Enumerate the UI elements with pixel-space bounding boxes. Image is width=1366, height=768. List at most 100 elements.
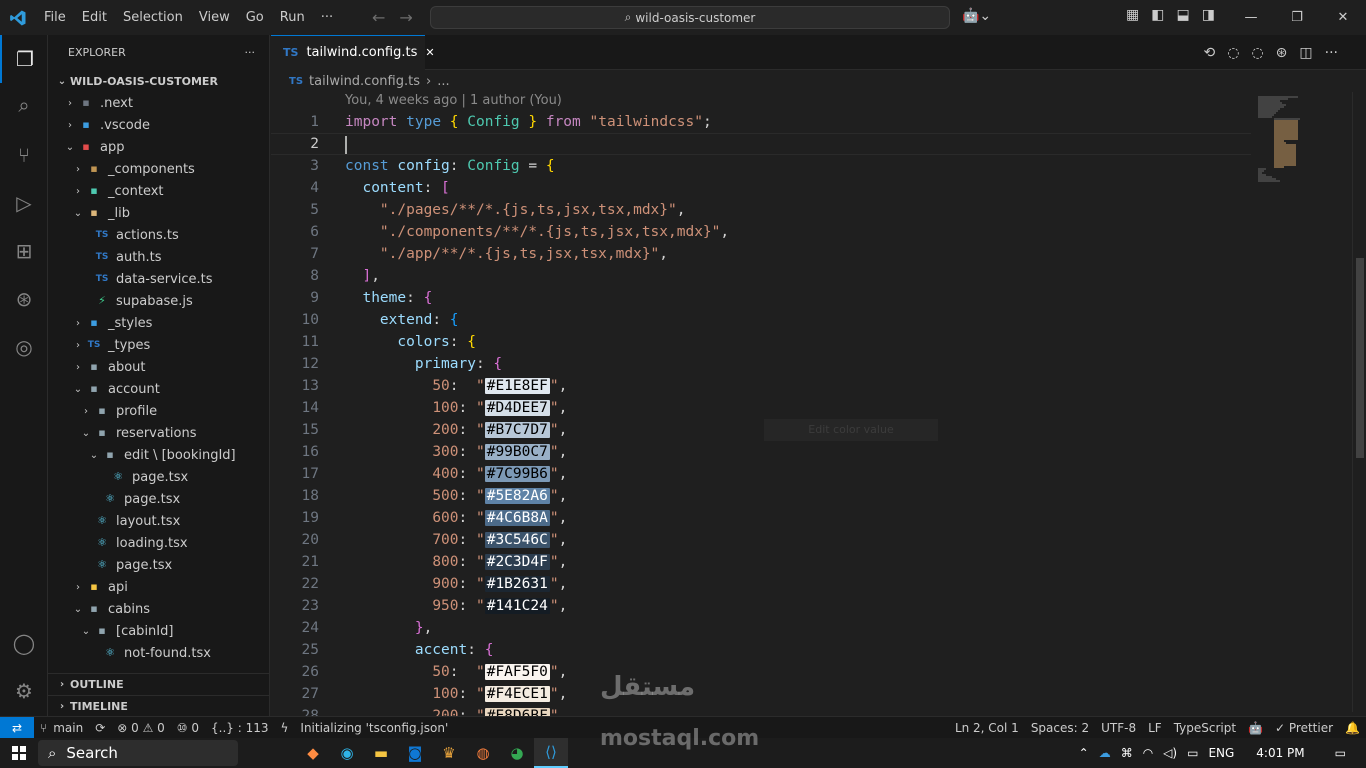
color-swatch[interactable]: #E1E8EF <box>484 378 550 394</box>
tray-app-icon[interactable]: ⌘ <box>1121 746 1133 760</box>
copilot-app-icon[interactable]: ◆ <box>296 738 330 768</box>
color-swatch[interactable]: #141C24 <box>484 598 550 614</box>
tree-item[interactable]: ⚛ page.tsx <box>48 554 269 576</box>
color-swatch[interactable]: #FAF5F0 <box>484 664 550 680</box>
indentation[interactable]: Spaces: 2 <box>1025 721 1095 735</box>
code-line[interactable]: 25 accent: { <box>271 639 1251 661</box>
code-line[interactable]: 22 900: " #1B2631 ", <box>271 573 1251 595</box>
tree-item[interactable]: ⌄ ▪ edit \ [bookingId] <box>48 444 269 466</box>
tree-item[interactable]: ⌄ ▪ [cabinId] <box>48 620 269 642</box>
tree-item[interactable]: › ▪ api <box>48 576 269 598</box>
copilot-icon[interactable]: 🤖⌄ <box>962 8 991 24</box>
code-line[interactable]: 5 "./pages/**/*.{js,ts,jsx,tsx,mdx}", <box>271 199 1251 221</box>
account-icon[interactable]: ◯ <box>0 619 48 667</box>
tree-item[interactable]: ⚛ not-found.tsx <box>48 642 269 664</box>
back-arrow-icon[interactable]: ← <box>372 8 399 27</box>
code-line[interactable]: 17 400: " #7C99B6 ", <box>271 463 1251 485</box>
tree-item[interactable]: ⚛ page.tsx <box>48 466 269 488</box>
tree-item[interactable]: TS data-service.ts <box>48 268 269 290</box>
extensions-icon[interactable]: ⊞ <box>0 227 48 275</box>
code-line[interactable]: 1 import type { Config } from "tailwindcs… <box>271 111 1251 133</box>
customize-layout-icon[interactable]: ▦ <box>1126 7 1139 23</box>
notification-center-icon[interactable]: ▭ <box>1335 746 1346 760</box>
tree-item[interactable]: › TS _types <box>48 334 269 356</box>
tree-item[interactable]: › ▪ profile <box>48 400 269 422</box>
notifications-icon[interactable]: 🔔 <box>1339 721 1366 735</box>
code-line[interactable]: 24 }, <box>271 617 1251 639</box>
explorer-icon[interactable]: ❐ <box>0 35 48 83</box>
code-line[interactable]: 13 50: " #E1E8EF ", <box>271 375 1251 397</box>
code-line[interactable]: 20 700: " #3C546C ", <box>271 529 1251 551</box>
restore-icon[interactable]: ❐ <box>1274 0 1320 35</box>
scroll-thumb[interactable] <box>1356 258 1364 458</box>
breadcrumb-rest[interactable]: ... <box>437 74 449 89</box>
copilot-status-icon[interactable]: 🤖 <box>1242 721 1269 735</box>
code-line[interactable]: 26 50: " #FAF5F0 ", <box>271 661 1251 683</box>
app-badge-icon[interactable]: ♛ <box>432 738 466 768</box>
tree-item[interactable]: › ▪ _components <box>48 158 269 180</box>
color-swatch[interactable]: #4C6B8A <box>484 510 550 526</box>
code-line[interactable]: 9 theme: { <box>271 287 1251 309</box>
edge-app-icon[interactable]: ◉ <box>330 738 364 768</box>
taskbar-search[interactable]: ⌕ Search <box>38 740 238 766</box>
toggle-secondary-sidebar-icon[interactable]: ◨ <box>1202 7 1215 23</box>
menu-run[interactable]: Run <box>272 0 313 35</box>
workspace-root[interactable]: ⌄ WILD-OASIS-CUSTOMER <box>48 70 269 92</box>
tree-item[interactable]: › ▪ _context <box>48 180 269 202</box>
tree-item[interactable]: › ▪ _styles <box>48 312 269 334</box>
forward-arrow-icon[interactable]: → <box>399 8 426 27</box>
color-swatch[interactable]: #99B0C7 <box>484 444 550 460</box>
code-line[interactable]: 18 500: " #5E82A6 ", <box>271 485 1251 507</box>
wifi-icon[interactable]: ◠ <box>1143 746 1153 760</box>
clock[interactable]: 4:01 PM <box>1256 746 1304 760</box>
end-of-line[interactable]: LF <box>1142 721 1168 735</box>
code-line[interactable]: 8 ], <box>271 265 1251 287</box>
battery-icon[interactable]: ▭ <box>1187 746 1198 760</box>
source-control-icon[interactable]: ⑂ <box>0 131 48 179</box>
code-line[interactable]: 14 100: " #D4DEE7 ", <box>271 397 1251 419</box>
tray-overflow-icon[interactable]: ⌃ <box>1079 746 1089 760</box>
tree-item[interactable]: ⌄ ▪ app <box>48 136 269 158</box>
tab-tailwind-config[interactable]: TS tailwind.config.ts ✕ <box>271 34 435 70</box>
more-actions-icon[interactable]: ··· <box>1325 45 1338 61</box>
timeline-section[interactable]: › TIMELINE <box>48 695 269 716</box>
tree-item[interactable]: ⌄ ▪ _lib <box>48 202 269 224</box>
search-icon[interactable]: ⌕ <box>0 81 48 129</box>
color-swatch[interactable]: #5E82A6 <box>484 488 550 504</box>
tree-item[interactable]: ⌄ ▪ reservations <box>48 422 269 444</box>
run-debug-icon[interactable]: ▷ <box>0 179 48 227</box>
code-line[interactable]: 12 primary: { <box>271 353 1251 375</box>
settings-gear-icon[interactable]: ⚙ <box>0 667 48 715</box>
tree-item[interactable]: ⚛ loading.tsx <box>48 532 269 554</box>
problems-status[interactable]: ⊗ 0 ⚠ 0 <box>111 721 171 735</box>
color-swatch[interactable]: #2C3D4F <box>484 554 550 570</box>
git-graph-icon[interactable]: ⊛ <box>0 275 48 323</box>
git-lens-icon[interactable]: ⊛ <box>1276 45 1288 61</box>
tree-item[interactable]: › ▪ .next <box>48 92 269 114</box>
outlook-app-icon[interactable]: ◙ <box>398 738 432 768</box>
breadcrumb-file[interactable]: tailwind.config.ts <box>309 74 420 89</box>
code-line[interactable]: 7 "./app/**/*.{js,ts,jsx,tsx,mdx}", <box>271 243 1251 265</box>
tree-item[interactable]: TS auth.ts <box>48 246 269 268</box>
menu-view[interactable]: View <box>191 0 238 35</box>
color-swatch[interactable]: #D4DEE7 <box>484 400 550 416</box>
minimap[interactable] <box>1252 92 1352 712</box>
cursor-position[interactable]: Ln 2, Col 1 <box>949 721 1025 735</box>
code-line[interactable]: 21 800: " #2C3D4F ", <box>271 551 1251 573</box>
chrome-app-icon[interactable]: ◕ <box>500 738 534 768</box>
color-swatch[interactable]: #1B2631 <box>484 576 550 592</box>
vscode-app-icon[interactable]: ⟨⟩ <box>534 738 568 768</box>
remote-indicator[interactable]: ⇄ <box>0 716 34 739</box>
code-line[interactable]: 2 <box>271 133 1251 155</box>
menu-go[interactable]: Go <box>238 0 272 35</box>
previous-change-icon[interactable]: ◌ <box>1227 45 1239 61</box>
code-line[interactable]: 27 100: " #F4ECE1 ", <box>271 683 1251 705</box>
tab-close-icon[interactable]: ✕ <box>425 46 434 59</box>
menu-more[interactable]: ··· <box>313 0 341 35</box>
color-swatch[interactable]: #3C546C <box>484 532 550 548</box>
tree-item[interactable]: ⌄ ▪ account <box>48 378 269 400</box>
code-line[interactable]: 11 colors: { <box>271 331 1251 353</box>
tree-item[interactable]: TS actions.ts <box>48 224 269 246</box>
code-line[interactable]: 19 600: " #4C6B8A ", <box>271 507 1251 529</box>
explorer-more-button[interactable]: ··· <box>245 46 256 59</box>
